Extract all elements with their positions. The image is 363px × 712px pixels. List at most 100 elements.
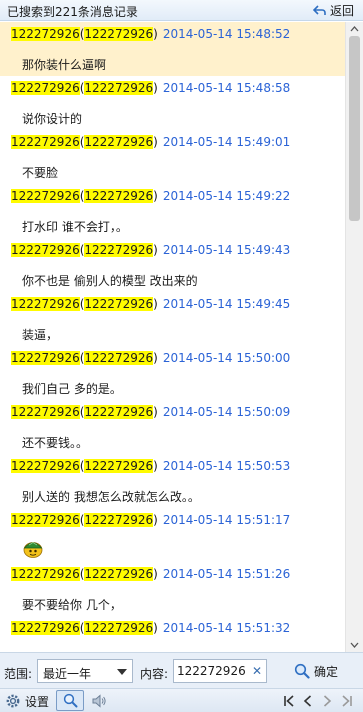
sender-name[interactable]: 122272926 (11, 189, 80, 203)
clear-icon[interactable]: ✕ (252, 664, 262, 678)
message-text: 那你装什么逼啊 (22, 58, 107, 72)
sender-name[interactable]: 122272926 (11, 567, 80, 581)
message-text: 你不也是 偷别人的模型 改出来的 (22, 274, 198, 288)
search-result-bar: 已搜索到221条消息记录 返回 (0, 0, 363, 21)
message-header: 122272926(122272926) 2014-05-14 15:50:53 (11, 458, 290, 475)
sender-id: 122272926 (84, 459, 154, 473)
previous-page-icon[interactable] (301, 693, 315, 709)
sender-name[interactable]: 122272926 (11, 459, 80, 473)
sender-id: 122272926 (84, 297, 154, 311)
back-button[interactable]: 返回 (312, 2, 354, 18)
search-toggle-button[interactable] (56, 690, 84, 711)
message-item: 122272926(122272926) 2014-05-14 15:49:45 装… (0, 292, 345, 346)
content-input[interactable] (174, 660, 252, 682)
confirm-button[interactable]: 确定 (294, 661, 338, 681)
chevron-down-icon (117, 669, 127, 675)
bottom-toolbar: 设置 (0, 688, 363, 712)
close-paren: ) (153, 351, 158, 365)
close-paren: ) (153, 27, 158, 41)
sender-name[interactable]: 122272926 (11, 351, 80, 365)
sender-name[interactable]: 122272926 (11, 81, 80, 95)
message-header: 122272926(122272926) 2014-05-14 15:51:32 (11, 620, 290, 637)
message-list[interactable]: 122272926(122272926) 2014-05-14 15:48:52 那… (0, 22, 345, 652)
sender-id: 122272926 (84, 567, 154, 581)
scroll-down-arrow-icon[interactable] (346, 638, 363, 652)
message-text: 说你设计的 (22, 112, 83, 126)
gear-icon (6, 694, 20, 708)
sender-id: 122272926 (84, 243, 154, 257)
next-page-icon[interactable] (320, 693, 334, 709)
message-item: 122272926(122272926) 2014-05-14 15:51:32 (0, 616, 345, 652)
sender-id: 122272926 (84, 513, 154, 527)
message-item: 122272926(122272926) 2014-05-14 15:48:52 那… (0, 22, 345, 76)
message-text: 不要脸 (22, 166, 59, 180)
message-item: 122272926(122272926) 2014-05-14 15:49:22 打… (0, 184, 345, 238)
back-arrow-icon (312, 4, 326, 15)
sender-name[interactable]: 122272926 (11, 27, 80, 41)
message-header: 122272926(122272926) 2014-05-14 15:49:01 (11, 134, 290, 151)
sender-id: 122272926 (84, 621, 154, 635)
sender-name[interactable]: 122272926 (11, 621, 80, 635)
scrollbar-thumb[interactable] (349, 36, 360, 221)
settings-button[interactable]: 设置 (5, 692, 49, 710)
first-page-icon[interactable] (282, 693, 296, 709)
close-paren: ) (153, 459, 158, 473)
message-header: 122272926(122272926) 2014-05-14 15:50:00 (11, 350, 290, 367)
close-paren: ) (153, 405, 158, 419)
message-item: 122272926(122272926) 2014-05-14 15:51:26 要… (0, 562, 345, 616)
sender-id: 122272926 (84, 81, 154, 95)
close-paren: ) (153, 513, 158, 527)
message-header: 122272926(122272926) 2014-05-14 15:49:22 (11, 188, 290, 205)
back-label: 返回 (329, 3, 354, 18)
message-header: 122272926(122272926) 2014-05-14 15:51:17 (11, 512, 290, 529)
sender-id: 122272926 (84, 405, 154, 419)
message-header: 122272926(122272926) 2014-05-14 15:49:45 (11, 296, 290, 313)
sender-name[interactable]: 122272926 (11, 405, 80, 419)
range-label: 范围: (4, 667, 33, 681)
scrollbar[interactable] (345, 22, 363, 652)
search-icon (63, 693, 78, 708)
sender-name[interactable]: 122272926 (11, 297, 80, 311)
content-input-box: ✕ (173, 659, 267, 683)
message-item: 122272926(122272926) 2014-05-14 15:49:43 你… (0, 238, 345, 292)
message-item: 122272926(122272926) 2014-05-14 15:50:00 我… (0, 346, 345, 400)
close-paren: ) (153, 567, 158, 581)
message-timestamp: 2014-05-14 15:50:09 (162, 405, 291, 419)
content-label: 内容: (140, 667, 169, 681)
message-header: 122272926(122272926) 2014-05-14 15:50:09 (11, 404, 290, 421)
message-timestamp: 2014-05-14 15:48:58 (162, 81, 291, 95)
message-text: 打水印 谁不会打，。 (22, 220, 128, 234)
close-paren: ) (153, 135, 158, 149)
message-header: 122272926(122272926) 2014-05-14 15:49:43 (11, 242, 290, 259)
sender-id: 122272926 (84, 27, 154, 41)
scroll-up-arrow-icon[interactable] (346, 22, 363, 36)
message-header: 122272926(122272926) 2014-05-14 15:48:52 (11, 26, 290, 43)
range-select-value: 最近一年 (43, 667, 92, 681)
last-page-icon[interactable] (340, 693, 354, 709)
message-timestamp: 2014-05-14 15:50:00 (162, 351, 291, 365)
message-timestamp: 2014-05-14 15:51:17 (162, 513, 291, 527)
speaker-icon[interactable] (90, 692, 108, 710)
turtle-emoji-icon (23, 542, 43, 558)
close-paren: ) (153, 243, 158, 257)
search-result-count: 已搜索到221条消息记录 (7, 5, 138, 19)
message-timestamp: 2014-05-14 15:50:53 (162, 459, 291, 473)
message-timestamp: 2014-05-14 15:49:22 (162, 189, 291, 203)
close-paren: ) (153, 189, 158, 203)
message-text: 我们自己 多的是。 (22, 382, 122, 396)
sender-id: 122272926 (84, 135, 154, 149)
sender-name[interactable]: 122272926 (11, 513, 80, 527)
message-timestamp: 2014-05-14 15:49:43 (162, 243, 291, 257)
message-timestamp: 2014-05-14 15:51:32 (162, 621, 291, 635)
sender-name[interactable]: 122272926 (11, 243, 80, 257)
message-item: 122272926(122272926) 2014-05-14 15:49:01 不… (0, 130, 345, 184)
message-text: 要不要给你 几个， (22, 598, 122, 612)
filter-bar: 范围: 最近一年 内容: ✕ 确定 (0, 652, 363, 688)
settings-label: 设置 (25, 694, 50, 709)
message-timestamp: 2014-05-14 15:49:01 (162, 135, 291, 149)
sender-name[interactable]: 122272926 (11, 135, 80, 149)
message-header: 122272926(122272926) 2014-05-14 15:51:26 (11, 566, 290, 583)
close-paren: ) (153, 81, 158, 95)
sender-id: 122272926 (84, 351, 154, 365)
range-select[interactable]: 最近一年 (37, 659, 133, 683)
